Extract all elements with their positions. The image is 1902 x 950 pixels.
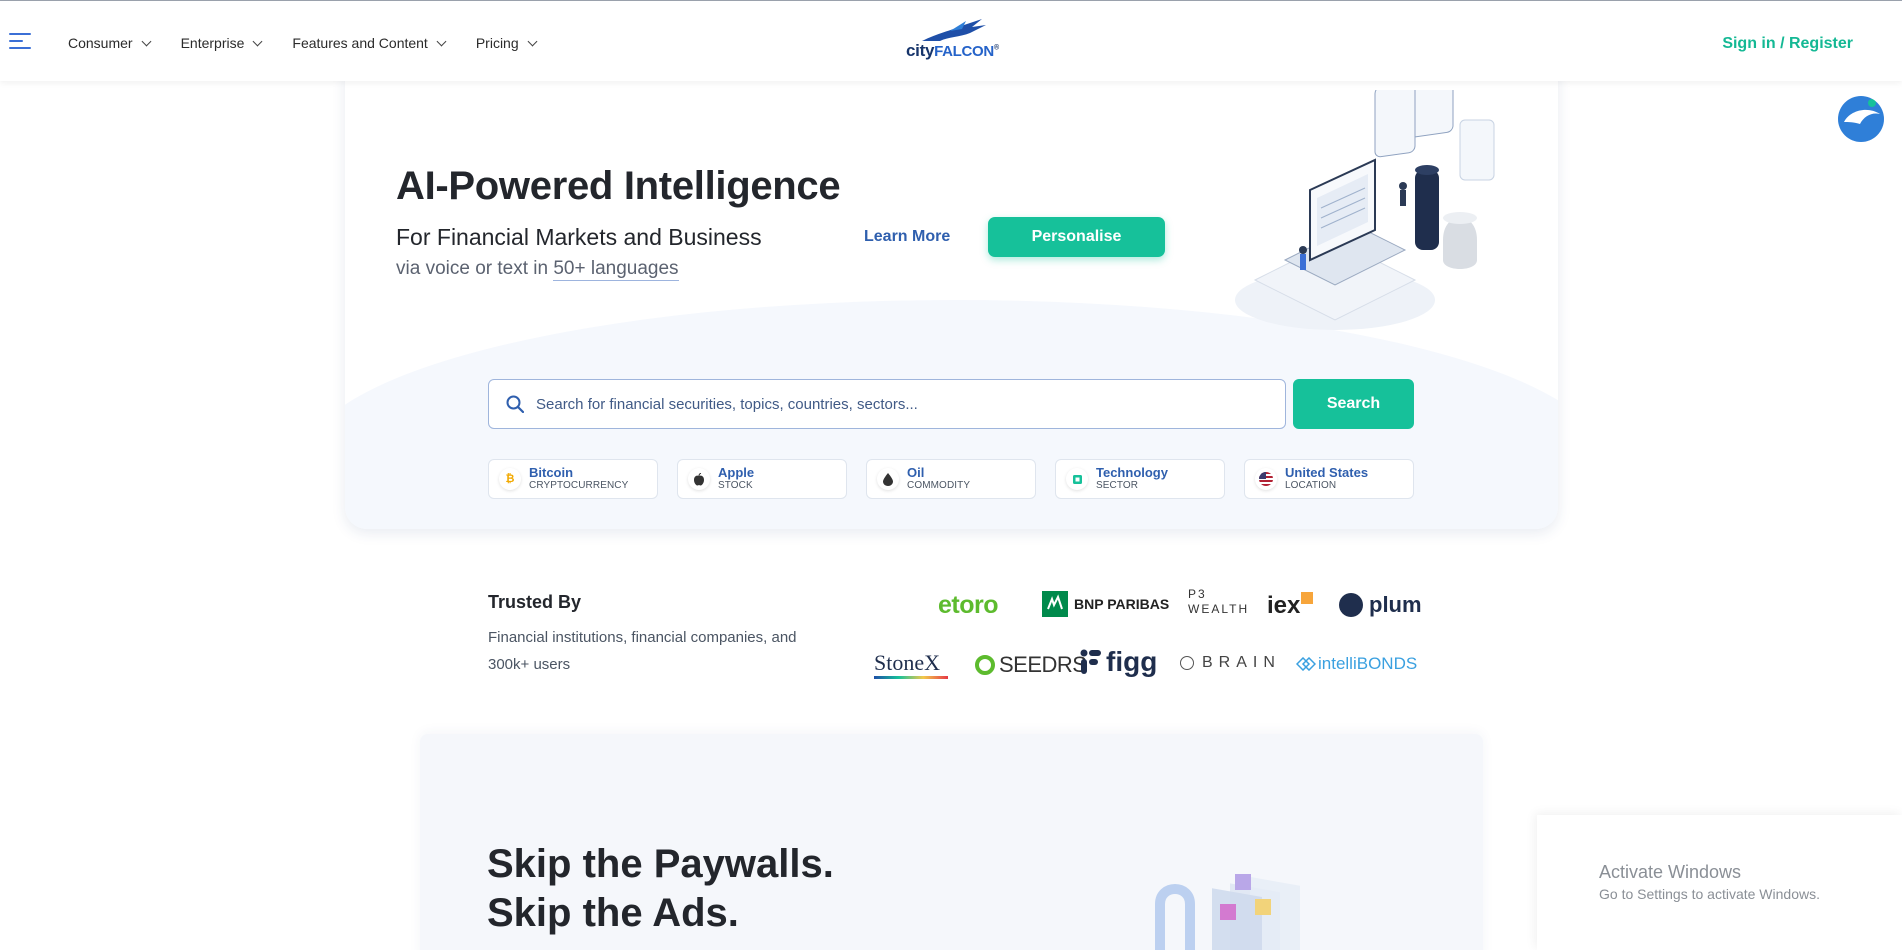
bnp-stars-icon xyxy=(1042,591,1068,617)
nav-features[interactable]: Features and Content xyxy=(292,35,447,51)
chip-oil[interactable]: Oil COMMODITY xyxy=(866,459,1036,499)
hero-card: AI-Powered Intelligence For Financial Ma… xyxy=(345,70,1558,529)
chip-type: COMMODITY xyxy=(907,480,971,491)
chip-type: CRYPTOCURRENCY xyxy=(529,480,629,491)
chevron-down-icon xyxy=(141,36,152,46)
hero-languages-line: via voice or text in 50+ languages xyxy=(396,258,679,281)
main-nav: Consumer Enterprise Features and Content… xyxy=(68,35,567,51)
personalise-button[interactable]: Personalise xyxy=(988,217,1165,257)
falcon-bot-icon xyxy=(1839,97,1883,141)
figg-icon xyxy=(1080,649,1101,674)
nav-pricing-label: Pricing xyxy=(475,35,519,51)
logo-falcon-text: FALCON xyxy=(934,43,994,60)
logo-wordmark: cityFALCON® xyxy=(906,41,999,61)
p3-wealth-text: P3 WEALTH xyxy=(1188,587,1250,616)
activate-windows-subtitle: Go to Settings to activate Windows. xyxy=(1599,886,1820,902)
chevron-down-icon xyxy=(436,36,447,46)
chip-name: Apple xyxy=(718,465,755,480)
chip-type: LOCATION xyxy=(1285,480,1337,491)
chevron-down-icon xyxy=(527,36,538,46)
hero-languages-prefix: via voice or text in xyxy=(396,258,554,279)
hero-isometric-illustration xyxy=(1235,90,1495,330)
cityfalcon-logo[interactable]: cityFALCON® xyxy=(906,19,999,65)
chip-type: SECTOR xyxy=(1096,480,1139,491)
paywall-card: Skip the Paywalls. Skip the Ads. xyxy=(420,734,1483,950)
nav-pricing[interactable]: Pricing xyxy=(475,35,538,51)
apple-icon xyxy=(688,468,710,490)
us-flag-icon xyxy=(1255,468,1277,490)
chip-name: Technology xyxy=(1096,465,1168,480)
nav-enterprise-label: Enterprise xyxy=(180,35,245,51)
nav-enterprise[interactable]: Enterprise xyxy=(180,35,263,51)
intellibonds-text: intelliBONDS xyxy=(1318,654,1418,673)
iex-text: iex xyxy=(1267,592,1301,619)
chip-name: Bitcoin xyxy=(529,465,574,480)
brain-icon xyxy=(1180,656,1194,670)
bnp-paribas-logo: BNP PARIBAS xyxy=(1042,591,1169,617)
brain-text: BRAIN xyxy=(1202,654,1281,671)
search-icon xyxy=(506,395,524,413)
logo-registered-mark: ® xyxy=(993,44,999,52)
paywall-line-2: Skip the Ads. xyxy=(487,891,739,935)
hero-title: AI-Powered Intelligence xyxy=(396,164,841,208)
nav-consumer-label: Consumer xyxy=(68,35,133,51)
trusted-by-title: Trusted By xyxy=(488,592,582,612)
hero-subtitle: For Financial Markets and Business xyxy=(396,224,762,250)
suggestion-chips: ₿ Bitcoin CRYPTOCURRENCY Apple STOCK Oil CO… xyxy=(488,459,1433,499)
search-button[interactable]: Search xyxy=(1293,379,1414,429)
plum-logo: plum xyxy=(1339,592,1422,618)
bnp-paribas-text: BNP PARIBAS xyxy=(1074,596,1170,612)
iex-square-icon xyxy=(1301,592,1314,604)
p3-wealth-logo: P3 WEALTH xyxy=(1188,587,1250,617)
learn-more-link[interactable]: Learn More xyxy=(864,228,950,246)
top-navbar: Consumer Enterprise Features and Content… xyxy=(0,1,1902,81)
chip-bitcoin[interactable]: ₿ Bitcoin CRYPTOCURRENCY xyxy=(488,459,658,499)
chip-apple[interactable]: Apple STOCK xyxy=(677,459,847,499)
figg-text: figg xyxy=(1106,646,1158,677)
oil-drop-icon xyxy=(877,468,899,490)
etoro-logo: etoro xyxy=(938,591,999,620)
nav-consumer[interactable]: Consumer xyxy=(68,35,152,51)
paywall-line-1: Skip the Paywalls. xyxy=(487,842,834,886)
figg-logo: figg xyxy=(1080,646,1157,678)
chip-icon xyxy=(1066,468,1088,490)
chip-technology[interactable]: Technology SECTOR xyxy=(1055,459,1225,499)
plum-icon xyxy=(1339,593,1363,617)
iex-logo: iex xyxy=(1267,592,1314,620)
nav-features-label: Features and Content xyxy=(292,35,428,51)
stonex-logo: StoneX xyxy=(874,650,948,679)
activate-windows-title: Activate Windows xyxy=(1599,862,1742,882)
chip-name: United States xyxy=(1285,465,1369,480)
chip-name: Oil xyxy=(907,465,925,480)
languages-link[interactable]: 50+ languages xyxy=(553,258,679,281)
logo-city-text: city xyxy=(906,41,935,60)
search-input-wrapper xyxy=(488,379,1286,429)
intellibonds-icon xyxy=(1296,657,1316,671)
paywall-title: Skip the Paywalls. Skip the Ads. xyxy=(487,840,834,938)
intellibonds-logo: intelliBONDS xyxy=(1296,654,1417,674)
seedrs-text: SEEDRS xyxy=(999,652,1087,677)
etoro-logo-text: etoro xyxy=(938,591,999,619)
seedrs-icon xyxy=(975,655,995,675)
chip-united-states[interactable]: United States LOCATION xyxy=(1244,459,1414,499)
plum-text: plum xyxy=(1369,592,1422,617)
stonex-stripe xyxy=(874,676,948,679)
chip-type: STOCK xyxy=(718,480,753,491)
signin-register-link[interactable]: Sign in / Register xyxy=(1722,35,1853,53)
brain-logo: BRAIN xyxy=(1180,654,1281,672)
bitcoin-icon: ₿ xyxy=(499,468,521,490)
stonex-text: StoneX xyxy=(874,650,940,675)
trusted-by-description: Financial institutions, financial compan… xyxy=(488,629,797,673)
chat-assistant-button[interactable] xyxy=(1838,96,1884,142)
hamburger-menu-icon[interactable] xyxy=(9,33,31,49)
chevron-down-icon xyxy=(252,36,263,46)
search-input[interactable] xyxy=(536,395,1256,413)
paywall-illustration xyxy=(1155,874,1300,950)
seedrs-logo: SEEDRS xyxy=(975,652,1087,678)
